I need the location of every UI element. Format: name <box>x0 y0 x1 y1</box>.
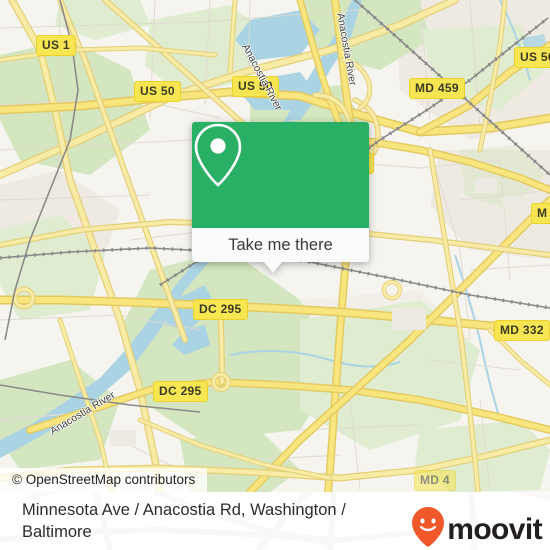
popup-pointer <box>264 261 282 273</box>
moovit-wordmark: moovit <box>447 512 542 546</box>
map-screenshot: .pk{fill:#d4e6bf} .pk2{fill:#dfecd0} .wt… <box>0 0 550 550</box>
road-shield: M <box>531 203 550 224</box>
road-shield: US 50 <box>134 81 181 102</box>
page-title: Minnesota Ave / Anacostia Rd, Washington… <box>22 501 346 541</box>
osm-attribution[interactable]: © OpenStreetMap contributors <box>0 468 208 492</box>
popup-header <box>192 122 369 228</box>
take-me-there-button[interactable]: Take me there <box>192 228 369 262</box>
road-shield: US 50 <box>514 47 550 68</box>
map-canvas[interactable]: .pk{fill:#d4e6bf} .pk2{fill:#dfecd0} .wt… <box>0 0 550 492</box>
moovit-pin-icon <box>411 506 445 550</box>
road-shield: DC 295 <box>193 299 248 320</box>
road-shield: MD 4 <box>414 470 456 491</box>
location-popup[interactable]: Take me there <box>192 122 369 273</box>
road-shield: DC 295 <box>153 381 208 402</box>
caption-bar: Minnesota Ave / Anacostia Rd, Washington… <box>0 492 550 550</box>
moovit-logo[interactable]: moovit <box>411 506 543 550</box>
road-shield: MD 332 <box>494 320 550 341</box>
road-shield: MD 459 <box>409 78 465 99</box>
road-shield: US 1 <box>36 35 76 56</box>
